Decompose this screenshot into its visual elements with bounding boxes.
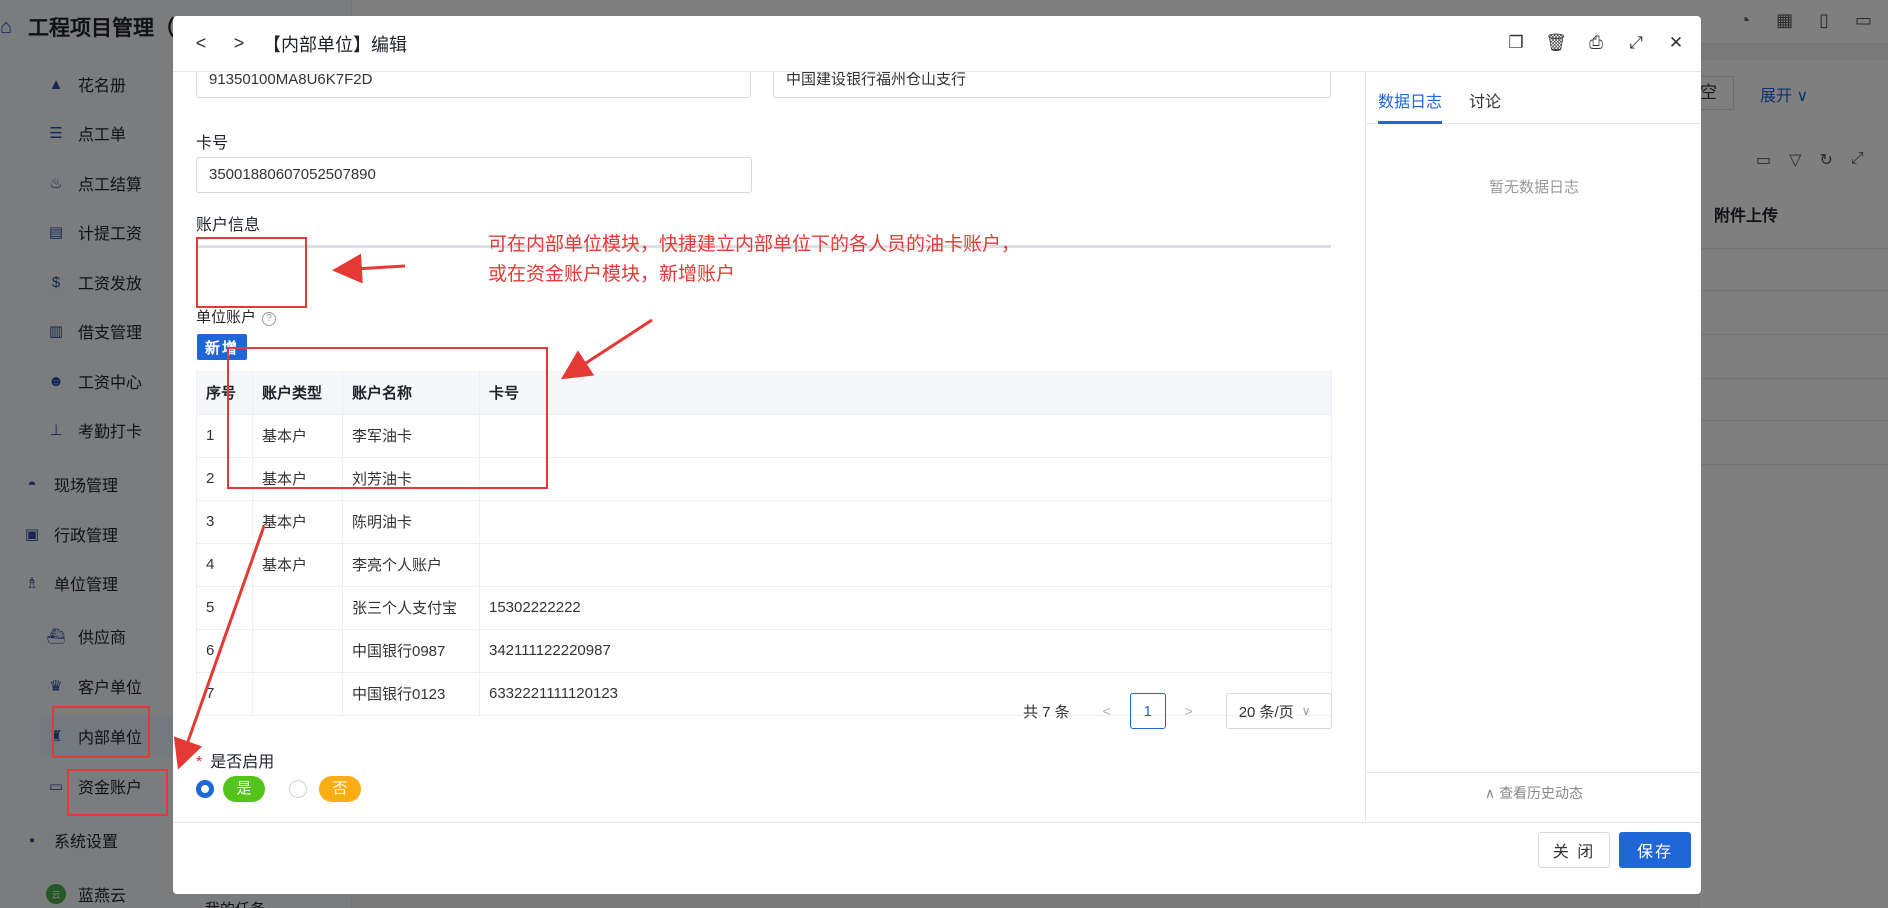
copy-icon[interactable]: ❐ [1505,32,1527,54]
next-record-icon[interactable]: > [229,33,249,54]
pagination: 共 7 条 < 1 > 20 条/页 ∨ [1023,693,1332,729]
close-button[interactable]: 关 闭 [1538,832,1610,868]
enable-yes-tag[interactable]: 是 [223,776,265,802]
unit-account-label: 单位账户? [196,306,277,327]
modal-header-tools: ❐ 🗑 ⎙ ⤢ ✕ [1505,32,1687,54]
page-size-select[interactable]: 20 条/页 ∨ [1225,693,1332,729]
close-icon[interactable]: ✕ [1665,32,1687,54]
section-title-account-info: 账户信息 [196,217,261,234]
annotation-line-1: 可在内部单位模块，快捷建立内部单位下的各人员的油卡账户， [488,234,1021,255]
modal-header: < > 【内部单位】编辑 ❐ 🗑 ⎙ ⤢ ✕ [173,16,1701,72]
annotation-line-2: 或在资金账户模块，新增账户 [488,264,736,285]
annotation-box-fund-account [67,769,168,816]
table-row[interactable]: 4 基本户 李亮个人账户 [196,543,1332,587]
active-tab-indicator [1378,121,1442,124]
empty-log-text: 暂无数据日志 [1488,179,1579,196]
chevron-up-icon: ∧ [1484,785,1500,801]
enable-no-tag[interactable]: 否 [319,776,361,802]
prev-record-icon[interactable]: < [191,33,211,54]
tab-discussion[interactable]: 讨论 [1469,88,1501,112]
maximize-icon[interactable]: ⤢ [1625,32,1647,54]
help-icon[interactable]: ? [262,312,277,326]
log-panel: 数据日志 讨论 暂无数据日志 ∧ 查看历史动态 [1365,72,1701,822]
modal-title: 【内部单位】编辑 [263,34,407,55]
enable-yes-radio[interactable] [196,780,214,798]
enable-no-radio[interactable] [289,780,307,798]
pagination-total: 共 7 条 [1023,703,1070,721]
annotation-note: 可在内部单位模块，快捷建立内部单位下的各人员的油卡账户， 或在资金账户模块，新增… [488,230,1020,290]
col-card-number: 卡号 [479,371,1332,415]
print-icon[interactable]: ⎙ [1585,32,1607,54]
annotation-box-unit-account [196,237,307,308]
next-page-icon[interactable]: > [1172,693,1206,729]
log-tabs: 数据日志 讨论 [1366,72,1701,124]
prev-page-icon[interactable]: < [1090,693,1124,729]
credit-code-field[interactable]: 91350100MA8U6K7F2D [196,72,751,98]
annotation-box-internal-unit [52,706,150,758]
history-link[interactable]: ∧ 查看历史动态 [1366,772,1701,822]
table-row[interactable]: 3 基本户 陈明油卡 [196,500,1332,544]
bank-field[interactable]: 中国建设银行福州仓山支行 [773,72,1331,98]
card-number-field[interactable]: 35001880607052507890 [196,157,752,193]
footer-divider [173,822,1701,823]
current-page-button[interactable]: 1 [1129,693,1166,729]
table-row[interactable]: 6 中国银行0987 342111122220987 [196,629,1332,673]
chevron-down-icon: ∨ [1301,704,1311,718]
table-row[interactable]: 5 张三个人支付宝 15302222222 [196,586,1332,630]
save-button[interactable]: 保存 [1619,832,1691,868]
delete-icon[interactable]: 🗑 [1545,32,1567,54]
enable-label: * 是否启用 [196,754,275,771]
tab-data-log[interactable]: 数据日志 [1378,88,1442,112]
card-number-label: 卡号 [196,135,229,152]
annotation-box-oil-card-rows [227,347,548,489]
